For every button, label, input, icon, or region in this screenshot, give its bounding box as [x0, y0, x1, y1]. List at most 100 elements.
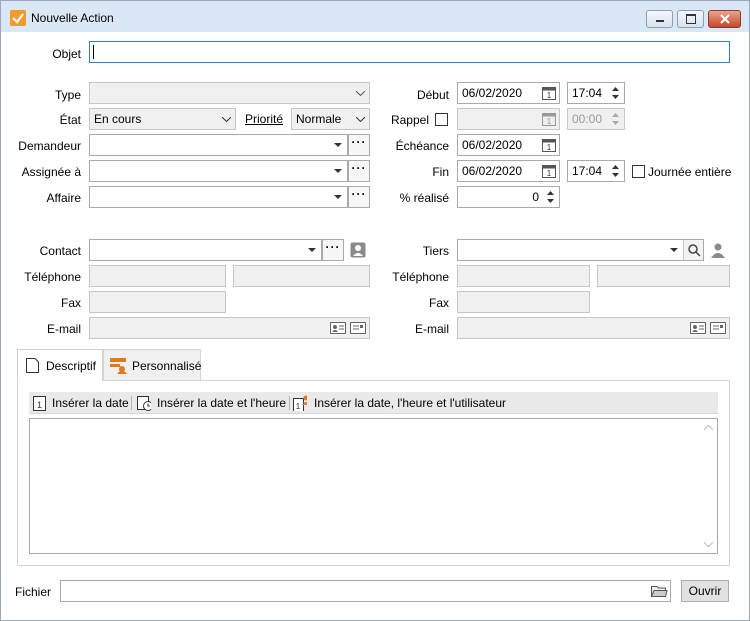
dropdown-arrow-icon[interactable]: [665, 240, 683, 260]
time-spinner[interactable]: [609, 84, 623, 102]
dropdown-arrow-icon[interactable]: [303, 240, 321, 260]
debut-date-input[interactable]: 06/02/2020 1: [457, 82, 560, 104]
contact-telephone2-input: [233, 265, 370, 287]
assignee-label: Assignée à: [21, 165, 81, 179]
title-bar: Nouvelle Action: [1, 1, 749, 32]
calendar-clock-icon: [137, 396, 151, 411]
calendar-icon[interactable]: 1: [541, 163, 557, 179]
fichier-label: Fichier: [15, 585, 52, 599]
fin-label: Fin: [432, 165, 449, 179]
echeance-label: Échéance: [395, 139, 449, 153]
dropdown-arrow-icon[interactable]: [329, 187, 347, 207]
rappel-label: Rappel: [390, 113, 429, 127]
journee-entiere-label: Journée entière: [648, 165, 732, 179]
tiers-label: Tiers: [422, 244, 449, 258]
fin-time-input[interactable]: 17:04: [567, 160, 625, 182]
window: Nouvelle Action Objet Type État En cours…: [0, 0, 750, 621]
search-icon[interactable]: [683, 240, 703, 260]
contact-email-label: E-mail: [46, 322, 81, 336]
person-icon[interactable]: [710, 242, 726, 258]
descriptif-textarea[interactable]: [29, 418, 718, 554]
folder-icon[interactable]: [650, 582, 668, 600]
tab-descriptif[interactable]: Descriptif: [17, 349, 103, 381]
contact-card-icon[interactable]: [350, 242, 366, 258]
rappel-time-input: 00:00: [567, 108, 625, 130]
calendar-icon[interactable]: 1: [541, 85, 557, 101]
tiers-telephone2-input: [597, 265, 730, 287]
demandeur-combo[interactable]: [89, 134, 348, 156]
dropdown-arrow-icon[interactable]: [329, 135, 347, 155]
calendar-icon: 1: [541, 111, 557, 127]
affaire-combo[interactable]: [89, 186, 348, 208]
affaire-browse-button[interactable]: ···: [348, 186, 370, 208]
contact-combo[interactable]: [89, 239, 322, 261]
contact-label: Contact: [39, 244, 81, 258]
contact-browse-button[interactable]: ···: [322, 239, 344, 261]
minimize-button[interactable]: [646, 10, 673, 28]
text-caret: [93, 45, 94, 59]
objet-input[interactable]: [89, 41, 730, 63]
tiers-telephone1-input: [457, 265, 590, 287]
ouvrir-button[interactable]: Ouvrir: [681, 580, 729, 602]
address-card-icon[interactable]: [689, 319, 707, 337]
rappel-checkbox[interactable]: [435, 113, 448, 126]
tiers-telephone-label: Téléphone: [392, 270, 449, 284]
assignee-browse-button[interactable]: ···: [348, 160, 370, 182]
chevron-down-icon: [217, 109, 235, 129]
journee-entiere-checkbox[interactable]: [632, 165, 645, 178]
calendar-icon[interactable]: 1: [541, 137, 557, 153]
time-spinner[interactable]: [609, 162, 623, 180]
rappel-date-input: 1: [457, 108, 560, 130]
svg-text:1: 1: [547, 91, 552, 100]
insert-date-time-user-button[interactable]: 1 Insérer la date, l'heure et l'utilisat…: [293, 392, 513, 414]
tab-descriptif-label: Descriptif: [46, 359, 97, 373]
type-select[interactable]: [89, 82, 370, 104]
dropdown-arrow-icon[interactable]: [329, 161, 347, 181]
address-card-icon[interactable]: [329, 319, 347, 337]
custom-fields-icon: [110, 358, 127, 374]
svg-text:1: 1: [547, 117, 552, 126]
type-label: Type: [54, 88, 81, 102]
tiers-combo[interactable]: [457, 239, 704, 261]
send-email-icon[interactable]: [349, 319, 367, 337]
tiers-fax-label: Fax: [428, 296, 449, 310]
calendar-day-icon: 1: [33, 396, 46, 411]
vertical-scrollbar[interactable]: [700, 419, 717, 553]
toolbar-separator: [289, 396, 290, 410]
debut-time-input[interactable]: 17:04: [567, 82, 625, 104]
percent-spinner[interactable]: [544, 188, 558, 206]
contact-fax-label: Fax: [60, 296, 81, 310]
insert-date-button[interactable]: 1 Insérer la date: [31, 392, 129, 414]
tiers-email-input: [457, 317, 730, 339]
scroll-down-arrow-icon[interactable]: [704, 542, 713, 547]
priorite-select[interactable]: Normale: [291, 108, 370, 130]
checkmark-app-icon: [10, 10, 26, 26]
insert-date-time-button[interactable]: Insérer la date et l'heure: [135, 392, 287, 414]
fin-date-input[interactable]: 06/02/2020 1: [457, 160, 560, 182]
demandeur-browse-button[interactable]: ···: [348, 134, 370, 156]
pct-realise-input[interactable]: 0: [457, 186, 560, 208]
debut-label: Début: [416, 88, 449, 102]
tab-personnalise[interactable]: Personnalisé: [103, 349, 201, 380]
close-button[interactable]: [708, 10, 741, 28]
pct-realise-label: % réalisé: [399, 191, 449, 205]
objet-label: Objet: [52, 47, 81, 61]
send-email-icon[interactable]: [709, 319, 727, 337]
affaire-label: Affaire: [46, 191, 81, 205]
tiers-email-label: E-mail: [414, 322, 449, 336]
contact-telephone1-input: [89, 265, 226, 287]
priorite-label: Priorité: [245, 112, 284, 126]
svg-text:1: 1: [547, 169, 552, 178]
echeance-date-input[interactable]: 06/02/2020 1: [457, 134, 560, 156]
assignee-combo[interactable]: [89, 160, 348, 182]
chevron-down-icon: [351, 109, 369, 129]
window-title: Nouvelle Action: [31, 11, 114, 25]
fichier-input[interactable]: [60, 580, 671, 602]
etat-select[interactable]: En cours: [89, 108, 236, 130]
maximize-button[interactable]: [677, 10, 704, 28]
insert-toolbar: 1 Insérer la date Insérer la date et l'h…: [29, 392, 718, 414]
scroll-up-arrow-icon[interactable]: [704, 425, 713, 430]
svg-text:1: 1: [296, 402, 301, 411]
calendar-user-icon: 1: [293, 395, 307, 411]
svg-text:1: 1: [37, 400, 42, 410]
